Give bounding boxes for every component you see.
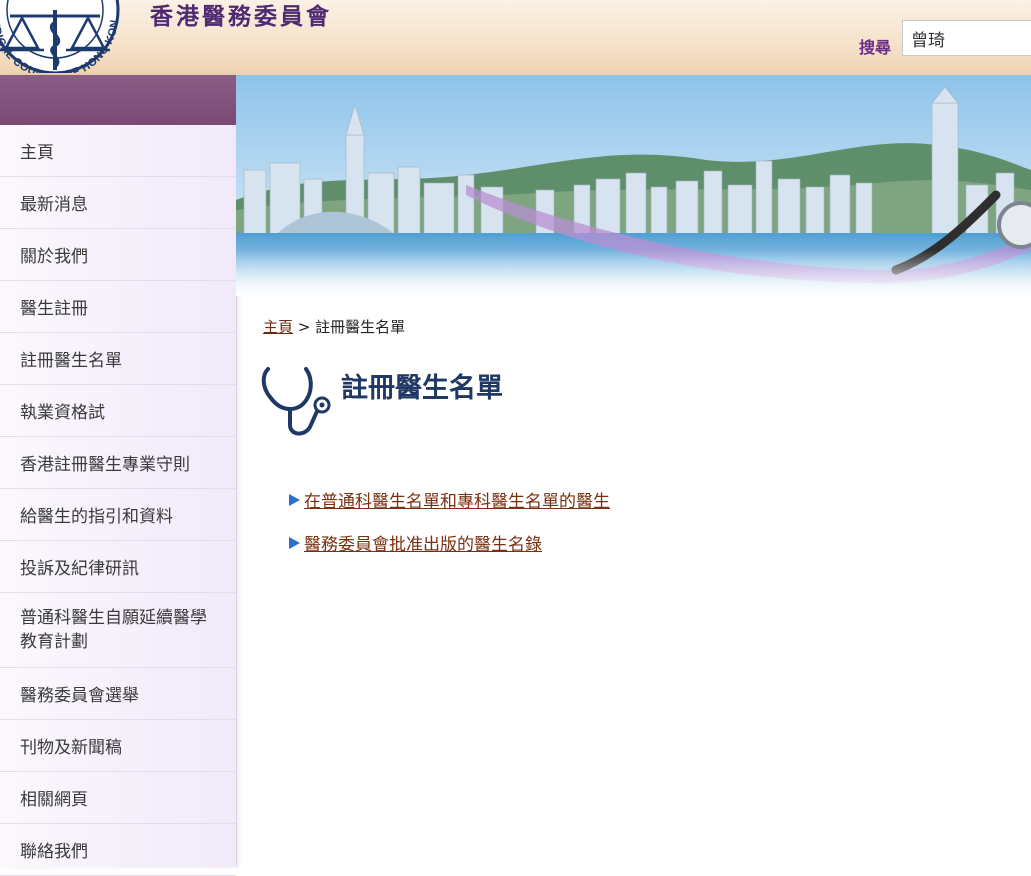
sidebar-item-about-us[interactable]: 關於我們: [0, 229, 236, 281]
search-input[interactable]: [902, 20, 1031, 56]
sidebar-item-guidelines[interactable]: 給醫生的指引和資料: [0, 489, 236, 541]
search-label: 搜尋: [859, 38, 892, 57]
sidebar-item-list-of-registered-doctors[interactable]: 註冊醫生名單: [0, 333, 236, 385]
list-item: 在普通科醫生名單和專科醫生名單的醫生: [289, 478, 610, 521]
page-title: 註冊醫生名單: [341, 373, 503, 404]
sidebar-header-bar: [0, 75, 236, 125]
breadcrumb-home-link[interactable]: 主頁: [263, 318, 293, 336]
link-published-directory[interactable]: 醫務委員會批准出版的醫生名錄: [304, 530, 542, 555]
breadcrumb-current: 註冊醫生名單: [315, 318, 406, 336]
sidebar-item-complaints[interactable]: 投訴及紀律研訊: [0, 541, 236, 593]
sidebar-item-latest-news[interactable]: 最新消息: [0, 177, 236, 229]
sidebar-item-related-links[interactable]: 相關網頁: [0, 772, 236, 824]
banner-image: [236, 75, 1031, 296]
skyline-banner: [236, 75, 1031, 296]
link-gp-and-specialist-list[interactable]: 在普通科醫生名單和專科醫生名單的醫生: [304, 487, 610, 512]
sidebar-item-cme-programme[interactable]: 普通科醫生自願延續醫學教育計劃: [0, 593, 236, 668]
sidebar-item-elections[interactable]: 醫務委員會選舉: [0, 668, 236, 720]
council-logo[interactable]: MEDICAL COUNCIL OF HONG KONG: [0, 0, 140, 73]
sidebar-item-doctor-registration[interactable]: 醫生註冊: [0, 281, 236, 333]
sidebar-item-home[interactable]: 主頁: [0, 125, 236, 177]
list-item: 醫務委員會批准出版的醫生名錄: [289, 521, 610, 564]
doctor-list-links: 在普通科醫生名單和專科醫生名單的醫生 醫務委員會批准出版的醫生名錄: [289, 478, 610, 564]
breadcrumb: 主頁 > 註冊醫生名單: [263, 316, 405, 337]
site-header: MEDICAL COUNCIL OF HONG KONG 香港醫務委員會 搜尋: [0, 0, 1031, 75]
sidebar-item-publications[interactable]: 刊物及新聞稿: [0, 720, 236, 772]
breadcrumb-separator: >: [297, 318, 311, 336]
site-title: 香港醫務委員會: [150, 4, 332, 30]
sidebar-item-code-of-conduct[interactable]: 香港註冊醫生專業守則: [0, 437, 236, 489]
sidebar-item-contact-us[interactable]: 聯絡我們: [0, 824, 236, 876]
sidebar-nav: 主頁 最新消息 關於我們 醫生註冊 註冊醫生名單 執業資格試 香港註冊醫生專業守…: [0, 75, 237, 876]
arrow-right-icon: [289, 493, 300, 506]
sidebar-item-licensing-exam[interactable]: 執業資格試: [0, 385, 236, 437]
stethoscope-icon: [261, 367, 331, 436]
arrow-right-icon: [289, 536, 300, 549]
